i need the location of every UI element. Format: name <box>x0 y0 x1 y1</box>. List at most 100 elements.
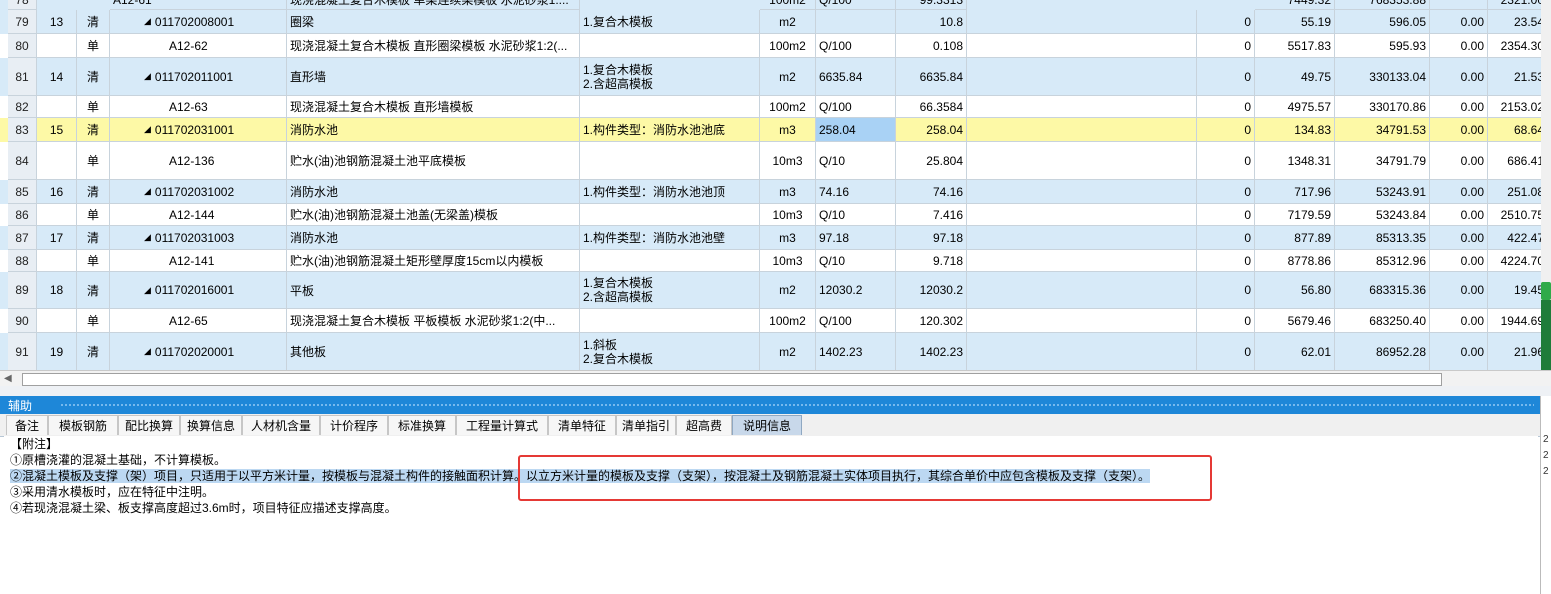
cell-zero[interactable]: 0 <box>1197 272 1255 309</box>
cell-type[interactable]: 清 <box>77 333 110 370</box>
tab-5[interactable]: 计价程序 <box>320 415 388 435</box>
cell-price[interactable]: 49.75 <box>1255 58 1335 96</box>
table-row[interactable]: 87 17 清 ◢ 011702031003 消防水池 1.构件类型：消防水池池壁 m3 97.… <box>0 226 1551 250</box>
cell-total[interactable]: 595.93 <box>1335 34 1430 58</box>
cell-qty[interactable]: 9.718 <box>896 250 967 272</box>
tab-1[interactable]: 模板钢筋 <box>48 415 118 435</box>
cell-unit[interactable]: m3 <box>760 226 816 250</box>
cell-code[interactable]: A12-61 <box>110 0 287 10</box>
cell-feature[interactable] <box>580 204 760 226</box>
cell-code[interactable]: A12-62 <box>110 34 287 58</box>
cell-code[interactable]: ◢ 011702016001 <box>110 272 287 309</box>
cell-blank[interactable] <box>967 309 1197 333</box>
cell-last[interactable]: 68.64 <box>1488 118 1548 142</box>
cell-total[interactable]: 34791.53 <box>1335 118 1430 142</box>
table-row[interactable]: 90 单 A12-65 现浇混凝土复合木模板 平板模板 水泥砂浆1:2(中... 100… <box>0 309 1551 333</box>
cell-blank[interactable] <box>967 180 1197 204</box>
cell-feature[interactable]: 1.复合木模板 2.含超高模板 <box>580 272 760 309</box>
cell-rate[interactable]: 0.00 <box>1430 180 1488 204</box>
cell-price[interactable]: 55.19 <box>1255 10 1335 34</box>
cell-qty-expr[interactable]: 1402.23 <box>816 333 896 370</box>
cell-zero[interactable]: 0 <box>1197 58 1255 96</box>
cell-code[interactable]: A12-136 <box>110 142 287 180</box>
cell-qty[interactable]: 6635.84 <box>896 58 967 96</box>
cell-qty[interactable]: 25.804 <box>896 142 967 180</box>
cell-seq[interactable] <box>37 250 77 272</box>
cell-zero[interactable]: 0 <box>1197 226 1255 250</box>
tab-2[interactable]: 配比换算 <box>118 415 180 435</box>
scrollbar-track[interactable] <box>22 373 1442 386</box>
cell-rate[interactable]: 0.00 <box>1430 226 1488 250</box>
cell-blank[interactable] <box>967 34 1197 58</box>
cell-name[interactable]: 现浇混凝土复合木模板 单梁连续梁模板 水泥砂浆1:... <box>287 0 580 10</box>
cell-feature[interactable] <box>580 34 760 58</box>
cell-rate[interactable]: 0.00 <box>1430 333 1488 370</box>
cell-feature[interactable]: 1.复合木模板 <box>580 10 760 34</box>
cell-seq[interactable] <box>37 309 77 333</box>
cell-code[interactable]: A12-144 <box>110 204 287 226</box>
cell-qty-expr[interactable]: Q/100 <box>816 34 896 58</box>
cell-qty[interactable]: 120.302 <box>896 309 967 333</box>
cell-unit[interactable]: m2 <box>760 272 816 309</box>
cell-price[interactable]: 5679.46 <box>1255 309 1335 333</box>
cell-zero[interactable]: 0 <box>1197 309 1255 333</box>
cell-blank[interactable] <box>967 142 1197 180</box>
cell-price[interactable]: 8778.86 <box>1255 250 1335 272</box>
tab-4[interactable]: 人材机含量 <box>242 415 320 435</box>
cell-rate[interactable]: 0.00 <box>1430 96 1488 118</box>
cell-num[interactable]: 83 <box>8 118 37 142</box>
cell-qty-expr[interactable] <box>816 10 896 34</box>
triangle-expand-icon[interactable]: ◢ <box>144 16 151 27</box>
cell-num[interactable]: 78 <box>8 0 37 10</box>
cell-qty-expr[interactable]: Q/100 <box>816 309 896 333</box>
cell-num[interactable]: 82 <box>8 96 37 118</box>
cell-code[interactable]: A12-63 <box>110 96 287 118</box>
cell-unit[interactable]: 100m2 <box>760 96 816 118</box>
cell-feature[interactable]: 1.构件类型：消防水池池壁 <box>580 226 760 250</box>
table-row[interactable]: 80 单 A12-62 现浇混凝土复合木模板 直形圈梁模板 水泥砂浆1:2(... 10… <box>0 34 1551 58</box>
cell-qty[interactable]: 10.8 <box>896 10 967 34</box>
triangle-expand-icon[interactable]: ◢ <box>144 232 151 243</box>
cell-seq[interactable]: 13 <box>37 10 77 34</box>
cell-name[interactable]: 消防水池 <box>287 180 580 204</box>
cell-total[interactable]: 53243.84 <box>1335 204 1430 226</box>
cell-blank[interactable] <box>967 250 1197 272</box>
cell-code[interactable]: ◢ 011702008001 <box>110 10 287 34</box>
cell-code[interactable]: ◢ 011702011001 <box>110 58 287 96</box>
cell-qty[interactable]: 74.16 <box>896 180 967 204</box>
tab-0[interactable]: 备注 <box>6 415 48 435</box>
cell-rate[interactable]: 0.00 <box>1430 118 1488 142</box>
cell-seq[interactable]: 19 <box>37 333 77 370</box>
cell-qty[interactable]: 258.04 <box>896 118 967 142</box>
cell-code[interactable]: ◢ 011702020001 <box>110 333 287 370</box>
triangle-expand-icon[interactable]: ◢ <box>144 124 151 135</box>
cell-total[interactable]: 683250.40 <box>1335 309 1430 333</box>
cell-v1[interactable]: 7449.32 <box>1255 0 1335 10</box>
tab-10[interactable]: 超高费 <box>676 415 732 435</box>
table-row[interactable]: 81 14 清 ◢ 011702011001 直形墙 1.复合木模板 2.含超高模板 m2 663… <box>0 58 1551 96</box>
cell-zero[interactable]: 0 <box>1197 333 1255 370</box>
cell-feature[interactable]: 1.构件类型：消防水池池顶 <box>580 180 760 204</box>
cell-qty-expr[interactable]: 258.04 <box>816 118 896 142</box>
cell-num[interactable]: 86 <box>8 204 37 226</box>
cell-code[interactable]: A12-65 <box>110 309 287 333</box>
cell-price[interactable]: 62.01 <box>1255 333 1335 370</box>
cell-feature[interactable]: 1.构件类型：消防水池池底 <box>580 118 760 142</box>
cell-rate[interactable]: 0.00 <box>1430 204 1488 226</box>
cell-total[interactable]: 34791.79 <box>1335 142 1430 180</box>
cell-seq[interactable]: 18 <box>37 272 77 309</box>
cell-last[interactable]: 23.54 <box>1488 10 1548 34</box>
cell-name[interactable]: 平板 <box>287 272 580 309</box>
cell-qty-expr[interactable]: 6635.84 <box>816 58 896 96</box>
cell-total[interactable]: 596.05 <box>1335 10 1430 34</box>
cell-type[interactable]: 清 <box>77 226 110 250</box>
cell-qty[interactable]: 0.108 <box>896 34 967 58</box>
cell-rate[interactable]: 0.00 <box>1430 34 1488 58</box>
cell-type[interactable]: 清 <box>77 272 110 309</box>
cell-qty[interactable]: 12030.2 <box>896 272 967 309</box>
cell-total[interactable]: 86952.28 <box>1335 333 1430 370</box>
cell-total[interactable]: 683315.36 <box>1335 272 1430 309</box>
cell-unit[interactable]: 10m3 <box>760 142 816 180</box>
table-row[interactable]: 91 19 清 ◢ 011702020001 其他板 1.斜板 2.复合木模板 m2 1402.2… <box>0 333 1551 370</box>
cell-rate[interactable]: 0.00 <box>1430 250 1488 272</box>
